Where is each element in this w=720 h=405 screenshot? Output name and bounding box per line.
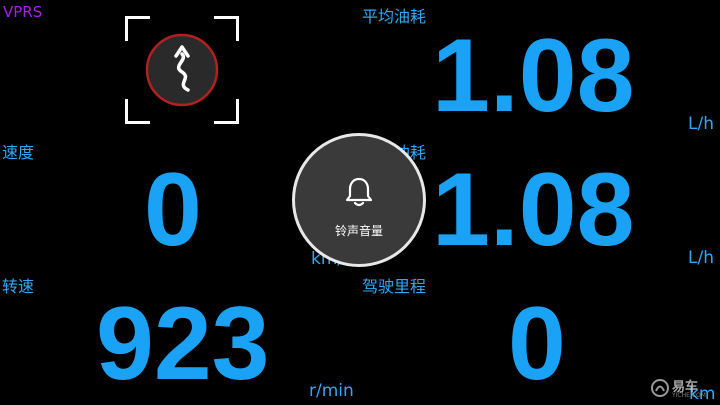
avg-fuel-label: 平均油耗 — [362, 7, 427, 26]
instant-fuel-value: 1.08 — [432, 152, 635, 268]
speed-value: 0 — [144, 152, 202, 268]
rpm-unit: r/min — [309, 381, 354, 401]
watermark-logo-icon — [651, 379, 669, 397]
volume-popup-label: 铃声音量 — [334, 224, 383, 238]
trip-label: 驾驶里程 — [362, 277, 427, 296]
bell-icon — [345, 177, 373, 207]
rpm-value: 923 — [96, 286, 270, 402]
road-icon-button[interactable] — [125, 16, 239, 124]
watermark-subtext: YICHE.COM — [672, 392, 706, 399]
instant-fuel-unit: L/h — [688, 248, 714, 268]
speed-label: 速度 — [2, 143, 35, 162]
trip-value: 0 — [508, 286, 566, 402]
mode-label: VPRS — [3, 3, 43, 21]
watermark: 易车 YICHE.COM — [650, 376, 718, 402]
volume-popup[interactable]: 铃声音量 — [292, 133, 426, 267]
avg-fuel-unit: L/h — [688, 114, 714, 134]
winding-road-icon — [145, 33, 219, 107]
rpm-label: 转速 — [2, 277, 35, 296]
avg-fuel-value: 1.08 — [432, 18, 635, 134]
